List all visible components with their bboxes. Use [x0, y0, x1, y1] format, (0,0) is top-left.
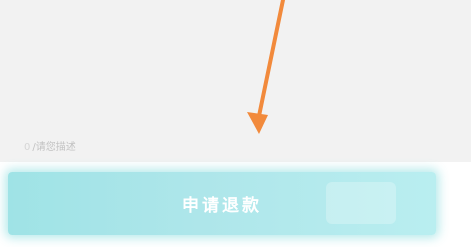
apply-refund-button[interactable]: 申请退款 [8, 172, 436, 235]
char-counter-hint: /请您描述 [32, 142, 76, 153]
refund-reason-textarea[interactable]: 0/请您描述 [0, 0, 471, 162]
char-counter-count: 0 [24, 142, 31, 153]
apply-refund-label: 申请退款 [182, 196, 262, 216]
refund-request-screen: 0/请您描述 申请退款 [0, 0, 471, 247]
button-glare [326, 182, 396, 224]
char-counter: 0/请您描述 [24, 138, 76, 153]
